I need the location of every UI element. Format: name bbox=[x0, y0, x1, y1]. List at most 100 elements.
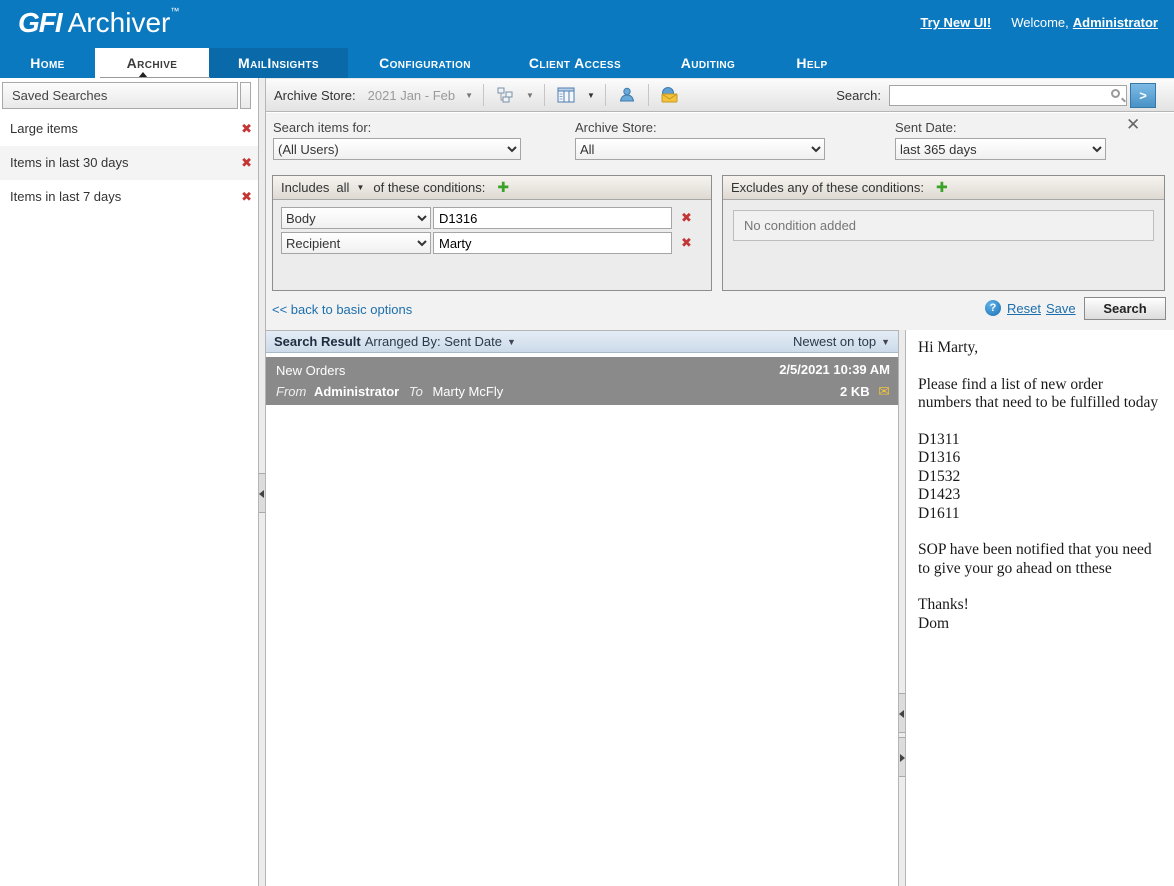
sidebar-splitter[interactable] bbox=[258, 78, 266, 886]
mail-subject: New Orders bbox=[276, 363, 345, 378]
remove-condition-icon[interactable]: ✖ bbox=[681, 210, 692, 226]
preview-paragraph: SOP have been notified that you need to … bbox=[918, 541, 1162, 578]
mail-from: Administrator bbox=[314, 384, 399, 399]
user-bar: Try New UI! Welcome, Administrator bbox=[920, 15, 1158, 30]
arranged-by-dropdown-icon[interactable]: ▼ bbox=[507, 337, 516, 347]
sidebar-collapse-handle[interactable] bbox=[259, 473, 265, 513]
archive-store-toolbar-label: Archive Store: bbox=[274, 88, 356, 103]
back-to-basic-options-link[interactable]: << back to basic options bbox=[272, 302, 412, 317]
gfi-archiver-app: GFIArchiver™ Try New UI! Welcome, Administ… bbox=[0, 0, 1174, 886]
includes-header: Includes all ▼ of these conditions: ✚ bbox=[273, 176, 711, 200]
from-label: From bbox=[276, 384, 306, 399]
arranged-by-label[interactable]: Arranged By: Sent Date bbox=[365, 334, 502, 349]
preview-collapse-handle[interactable] bbox=[899, 693, 905, 733]
sent-date-select[interactable]: last 365 days bbox=[895, 138, 1106, 160]
saved-search-label: Items in last 30 days bbox=[10, 155, 129, 170]
logo-trademark: ™ bbox=[170, 6, 179, 16]
archive-toolbar: Archive Store: 2021 Jan - Feb ▼ ▼ bbox=[266, 78, 1174, 112]
toolbar-search-input[interactable] bbox=[889, 85, 1127, 106]
remove-condition-icon[interactable]: ✖ bbox=[681, 235, 692, 251]
condition-field-select[interactable]: Recipient bbox=[281, 232, 431, 254]
toolbar-search-wrap bbox=[889, 85, 1127, 106]
condition-value-input[interactable] bbox=[433, 232, 672, 254]
hierarchy-dropdown-icon[interactable]: ▼ bbox=[526, 91, 534, 100]
tab-client-access[interactable]: Client Access bbox=[502, 48, 648, 78]
condition-row: Body ✖ bbox=[281, 207, 703, 229]
excludes-conditions-box: Excludes any of these conditions: ✚ No c… bbox=[722, 175, 1165, 291]
includes-mode-value[interactable]: all bbox=[336, 180, 349, 195]
search-button[interactable]: Search bbox=[1084, 297, 1166, 320]
preview-paragraph: Hi Marty, bbox=[918, 339, 1162, 358]
mail-preview-pane: Hi Marty, Please find a list of new orde… bbox=[906, 330, 1174, 886]
includes-prefix: Includes bbox=[281, 180, 329, 195]
close-advanced-search-icon[interactable]: ✕ bbox=[1126, 115, 1140, 135]
preview-expand-handle[interactable] bbox=[899, 737, 905, 777]
search-icon bbox=[1111, 89, 1120, 98]
delete-saved-search-icon[interactable]: ✖ bbox=[241, 146, 252, 180]
saved-search-last-30-days[interactable]: Items in last 30 days ✖ bbox=[0, 146, 258, 180]
includes-conditions-box: Includes all ▼ of these conditions: ✚ Bo… bbox=[272, 175, 712, 291]
app-header: GFIArchiver™ Try New UI! Welcome, Administ… bbox=[0, 0, 1174, 48]
sent-date-label: Sent Date: bbox=[895, 120, 956, 135]
condition-value-input[interactable] bbox=[433, 207, 672, 229]
archive-store-dropdown-icon[interactable]: ▼ bbox=[465, 91, 473, 100]
toolbar-separator bbox=[483, 84, 484, 106]
mail-size-value: 2 KB bbox=[840, 384, 870, 399]
mail-icon[interactable] bbox=[659, 84, 681, 106]
column-view-icon[interactable] bbox=[555, 84, 577, 106]
condition-field-select[interactable]: Body bbox=[281, 207, 431, 229]
includes-suffix: of these conditions: bbox=[373, 180, 485, 195]
search-items-for-label: Search items for: bbox=[273, 120, 371, 135]
archive-store-toolbar-value[interactable]: 2021 Jan - Feb bbox=[368, 88, 455, 103]
search-items-for-select[interactable]: (All Users) bbox=[273, 138, 521, 160]
includes-rows: Body ✖ Recipient ✖ bbox=[273, 200, 711, 254]
collapse-left-icon bbox=[259, 490, 264, 498]
help-icon[interactable]: ? bbox=[985, 300, 1001, 316]
saved-searches-title: Saved Searches bbox=[2, 82, 238, 109]
mail-size: 2 KB ✉ bbox=[840, 383, 890, 400]
saved-search-large-items[interactable]: Large items ✖ bbox=[0, 112, 258, 146]
saved-search-label: Large items bbox=[10, 121, 78, 136]
tab-configuration[interactable]: Configuration bbox=[348, 48, 502, 78]
save-link[interactable]: Save bbox=[1046, 301, 1076, 316]
condition-row: Recipient ✖ bbox=[281, 232, 703, 254]
saved-searches-panel: Saved Searches Large items ✖ Items in la… bbox=[0, 78, 258, 886]
delete-saved-search-icon[interactable]: ✖ bbox=[241, 112, 252, 146]
welcome-text: Welcome, bbox=[1011, 15, 1069, 30]
saved-search-label: Items in last 7 days bbox=[10, 189, 121, 204]
mail-from-to: From Administrator To Marty McFly bbox=[276, 384, 503, 399]
collapse-right-icon bbox=[900, 754, 905, 762]
archive-store-label: Archive Store: bbox=[575, 120, 657, 135]
mail-date: 2/5/2021 10:39 AM bbox=[779, 362, 890, 377]
toolbar-separator bbox=[544, 84, 545, 106]
search-result-header: Search Result Arranged By: Sent Date ▼ N… bbox=[266, 330, 898, 353]
delete-saved-search-icon[interactable]: ✖ bbox=[241, 180, 252, 214]
reset-link[interactable]: Reset bbox=[1007, 301, 1041, 316]
saved-search-last-7-days[interactable]: Items in last 7 days ✖ bbox=[0, 180, 258, 214]
hierarchy-icon[interactable] bbox=[494, 84, 516, 106]
tab-home[interactable]: Home bbox=[0, 48, 95, 78]
sort-order-dropdown-icon[interactable]: ▼ bbox=[881, 337, 890, 347]
app-logo: GFIArchiver™ bbox=[18, 6, 179, 39]
add-include-condition-icon[interactable]: ✚ bbox=[497, 179, 509, 196]
user-icon[interactable] bbox=[616, 84, 638, 106]
column-view-dropdown-icon[interactable]: ▼ bbox=[587, 91, 595, 100]
preview-paragraph: Thanks! Dom bbox=[918, 596, 1162, 633]
envelope-icon: ✉ bbox=[878, 383, 890, 399]
try-new-ui-link[interactable]: Try New UI! bbox=[920, 15, 991, 30]
tab-auditing[interactable]: Auditing bbox=[648, 48, 768, 78]
preview-splitter[interactable] bbox=[898, 330, 906, 886]
saved-searches-collapse-button[interactable] bbox=[240, 82, 251, 109]
username-link[interactable]: Administrator bbox=[1073, 15, 1158, 30]
preview-paragraph: D1311 D1316 D1532 D1423 D1611 bbox=[918, 431, 1162, 524]
logo-gfi: GFI bbox=[18, 7, 62, 38]
sort-order-label[interactable]: Newest on top bbox=[793, 334, 876, 349]
advanced-search-panel: Search items for: (All Users) Archive St… bbox=[266, 113, 1174, 330]
tab-mailinsights[interactable]: MailInsights bbox=[209, 48, 348, 78]
search-go-button[interactable]: > bbox=[1130, 83, 1156, 108]
mail-result-item[interactable]: New Orders 2/5/2021 10:39 AM From Admini… bbox=[266, 357, 898, 405]
add-exclude-condition-icon[interactable]: ✚ bbox=[936, 179, 948, 196]
tab-help[interactable]: Help bbox=[768, 48, 856, 78]
archive-store-select[interactable]: All bbox=[575, 138, 825, 160]
includes-mode-dropdown-icon[interactable]: ▼ bbox=[356, 183, 364, 192]
